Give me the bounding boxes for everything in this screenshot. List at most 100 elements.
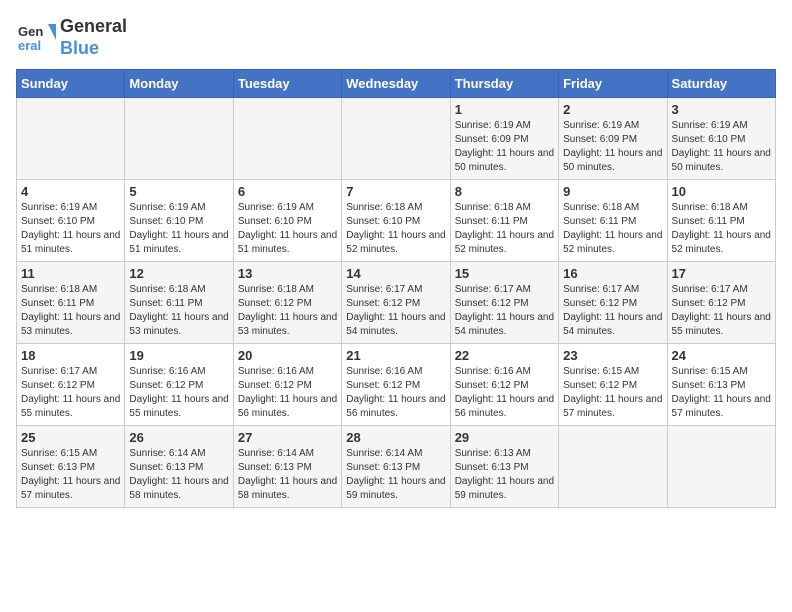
day-header: Saturday <box>667 70 775 98</box>
day-info: Sunrise: 6:18 AM Sunset: 6:11 PM Dayligh… <box>129 283 228 339</box>
calendar-cell: 17 Sunrise: 6:17 AM Sunset: 6:12 PM Dayli… <box>667 262 775 344</box>
calendar-cell: 19 Sunrise: 6:16 AM Sunset: 6:12 PM Dayli… <box>125 344 233 426</box>
calendar-cell: 2 Sunrise: 6:19 AM Sunset: 6:09 PM Daylig… <box>559 98 667 180</box>
day-number: 22 <box>455 348 554 363</box>
logo-text: General Blue <box>60 16 127 59</box>
day-info: Sunrise: 6:18 AM Sunset: 6:11 PM Dayligh… <box>563 201 662 257</box>
calendar-cell: 28 Sunrise: 6:14 AM Sunset: 6:13 PM Dayli… <box>342 426 450 508</box>
calendar-cell: 25 Sunrise: 6:15 AM Sunset: 6:13 PM Dayli… <box>17 426 125 508</box>
day-info: Sunrise: 6:14 AM Sunset: 6:13 PM Dayligh… <box>238 447 337 503</box>
day-number: 2 <box>563 102 662 117</box>
calendar-cell: 14 Sunrise: 6:17 AM Sunset: 6:12 PM Dayli… <box>342 262 450 344</box>
calendar-cell: 20 Sunrise: 6:16 AM Sunset: 6:12 PM Dayli… <box>233 344 341 426</box>
day-number: 14 <box>346 266 445 281</box>
day-info: Sunrise: 6:15 AM Sunset: 6:13 PM Dayligh… <box>672 365 771 421</box>
day-info: Sunrise: 6:16 AM Sunset: 6:12 PM Dayligh… <box>346 365 445 421</box>
day-header: Sunday <box>17 70 125 98</box>
day-info: Sunrise: 6:19 AM Sunset: 6:09 PM Dayligh… <box>563 119 662 175</box>
calendar-cell: 1 Sunrise: 6:19 AM Sunset: 6:09 PM Daylig… <box>450 98 558 180</box>
calendar-cell: 5 Sunrise: 6:19 AM Sunset: 6:10 PM Daylig… <box>125 180 233 262</box>
day-header: Tuesday <box>233 70 341 98</box>
calendar-cell: 29Sunrise: 6:13 AM Sunset: 6:13 PM Dayli… <box>450 426 558 508</box>
day-number: 9 <box>563 184 662 199</box>
calendar-cell <box>17 98 125 180</box>
day-info: Sunrise: 6:16 AM Sunset: 6:12 PM Dayligh… <box>455 365 554 421</box>
day-number: 18 <box>21 348 120 363</box>
day-info: Sunrise: 6:13 AM Sunset: 6:13 PM Dayligh… <box>455 447 554 503</box>
day-info: Sunrise: 6:19 AM Sunset: 6:10 PM Dayligh… <box>129 201 228 257</box>
calendar-cell <box>342 98 450 180</box>
calendar-cell: 11Sunrise: 6:18 AM Sunset: 6:11 PM Dayli… <box>17 262 125 344</box>
page-header: Gen eral General Blue <box>16 16 776 59</box>
calendar-table: SundayMondayTuesdayWednesdayThursdayFrid… <box>16 69 776 508</box>
day-info: Sunrise: 6:19 AM Sunset: 6:10 PM Dayligh… <box>238 201 337 257</box>
day-info: Sunrise: 6:17 AM Sunset: 6:12 PM Dayligh… <box>672 283 771 339</box>
day-number: 24 <box>672 348 771 363</box>
day-number: 27 <box>238 430 337 445</box>
calendar-body: 1 Sunrise: 6:19 AM Sunset: 6:09 PM Daylig… <box>17 98 776 508</box>
calendar-cell: 24 Sunrise: 6:15 AM Sunset: 6:13 PM Dayli… <box>667 344 775 426</box>
day-number: 4 <box>21 184 120 199</box>
day-number: 19 <box>129 348 228 363</box>
calendar-cell: 23Sunrise: 6:15 AM Sunset: 6:12 PM Dayli… <box>559 344 667 426</box>
calendar-cell: 15 Sunrise: 6:17 AM Sunset: 6:12 PM Dayli… <box>450 262 558 344</box>
day-header: Monday <box>125 70 233 98</box>
calendar-cell: 8 Sunrise: 6:18 AM Sunset: 6:11 PM Daylig… <box>450 180 558 262</box>
logo: Gen eral General Blue <box>16 16 127 59</box>
calendar-cell: 6 Sunrise: 6:19 AM Sunset: 6:10 PM Daylig… <box>233 180 341 262</box>
day-header: Friday <box>559 70 667 98</box>
day-number: 12 <box>129 266 228 281</box>
calendar-header: SundayMondayTuesdayWednesdayThursdayFrid… <box>17 70 776 98</box>
calendar-cell: 26Sunrise: 6:14 AM Sunset: 6:13 PM Dayli… <box>125 426 233 508</box>
calendar-cell: 3Sunrise: 6:19 AM Sunset: 6:10 PM Daylig… <box>667 98 775 180</box>
calendar-week: 18 Sunrise: 6:17 AM Sunset: 6:12 PM Dayli… <box>17 344 776 426</box>
day-info: Sunrise: 6:18 AM Sunset: 6:10 PM Dayligh… <box>346 201 445 257</box>
day-number: 8 <box>455 184 554 199</box>
day-header: Wednesday <box>342 70 450 98</box>
day-info: Sunrise: 6:17 AM Sunset: 6:12 PM Dayligh… <box>21 365 120 421</box>
day-number: 5 <box>129 184 228 199</box>
calendar-cell: 10Sunrise: 6:18 AM Sunset: 6:11 PM Dayli… <box>667 180 775 262</box>
day-number: 21 <box>346 348 445 363</box>
logo-svg: Gen eral <box>16 18 56 58</box>
day-number: 6 <box>238 184 337 199</box>
day-number: 11 <box>21 266 120 281</box>
calendar-cell: 13 Sunrise: 6:18 AM Sunset: 6:12 PM Dayli… <box>233 262 341 344</box>
day-number: 17 <box>672 266 771 281</box>
day-number: 23 <box>563 348 662 363</box>
calendar-cell: 18 Sunrise: 6:17 AM Sunset: 6:12 PM Dayli… <box>17 344 125 426</box>
calendar-cell: 7Sunrise: 6:18 AM Sunset: 6:10 PM Daylig… <box>342 180 450 262</box>
day-info: Sunrise: 6:17 AM Sunset: 6:12 PM Dayligh… <box>346 283 445 339</box>
day-info: Sunrise: 6:14 AM Sunset: 6:13 PM Dayligh… <box>346 447 445 503</box>
calendar-cell: 27 Sunrise: 6:14 AM Sunset: 6:13 PM Dayli… <box>233 426 341 508</box>
day-info: Sunrise: 6:16 AM Sunset: 6:12 PM Dayligh… <box>129 365 228 421</box>
day-number: 15 <box>455 266 554 281</box>
day-number: 1 <box>455 102 554 117</box>
calendar-week: 11 Sunrise: 6:18 AM Sunset: 6:11 PM Dayli… <box>17 262 776 344</box>
calendar-cell: 22 Sunrise: 6:16 AM Sunset: 6:12 PM Dayli… <box>450 344 558 426</box>
calendar-cell <box>233 98 341 180</box>
svg-text:eral: eral <box>18 38 41 53</box>
day-header: Thursday <box>450 70 558 98</box>
day-info: Sunrise: 6:18 AM Sunset: 6:11 PM Dayligh… <box>455 201 554 257</box>
day-number: 25 <box>21 430 120 445</box>
day-info: Sunrise: 6:16 AM Sunset: 6:12 PM Dayligh… <box>238 365 337 421</box>
day-number: 20 <box>238 348 337 363</box>
calendar-cell: 9 Sunrise: 6:18 AM Sunset: 6:11 PM Daylig… <box>559 180 667 262</box>
day-info: Sunrise: 6:17 AM Sunset: 6:12 PM Dayligh… <box>455 283 554 339</box>
calendar-cell: 16Sunrise: 6:17 AM Sunset: 6:12 PM Dayli… <box>559 262 667 344</box>
day-number: 28 <box>346 430 445 445</box>
calendar-cell: 21 Sunrise: 6:16 AM Sunset: 6:12 PM Dayli… <box>342 344 450 426</box>
day-info: Sunrise: 6:15 AM Sunset: 6:13 PM Dayligh… <box>21 447 120 503</box>
day-info: Sunrise: 6:14 AM Sunset: 6:13 PM Dayligh… <box>129 447 228 503</box>
day-info: Sunrise: 6:18 AM Sunset: 6:12 PM Dayligh… <box>238 283 337 339</box>
day-info: Sunrise: 6:19 AM Sunset: 6:10 PM Dayligh… <box>672 119 771 175</box>
day-number: 13 <box>238 266 337 281</box>
calendar-cell: 4Sunrise: 6:19 AM Sunset: 6:10 PM Daylig… <box>17 180 125 262</box>
calendar-week: 1 Sunrise: 6:19 AM Sunset: 6:09 PM Daylig… <box>17 98 776 180</box>
day-info: Sunrise: 6:19 AM Sunset: 6:09 PM Dayligh… <box>455 119 554 175</box>
day-info: Sunrise: 6:17 AM Sunset: 6:12 PM Dayligh… <box>563 283 662 339</box>
calendar-cell: 12 Sunrise: 6:18 AM Sunset: 6:11 PM Dayli… <box>125 262 233 344</box>
calendar-week: 25 Sunrise: 6:15 AM Sunset: 6:13 PM Dayli… <box>17 426 776 508</box>
day-info: Sunrise: 6:18 AM Sunset: 6:11 PM Dayligh… <box>672 201 771 257</box>
